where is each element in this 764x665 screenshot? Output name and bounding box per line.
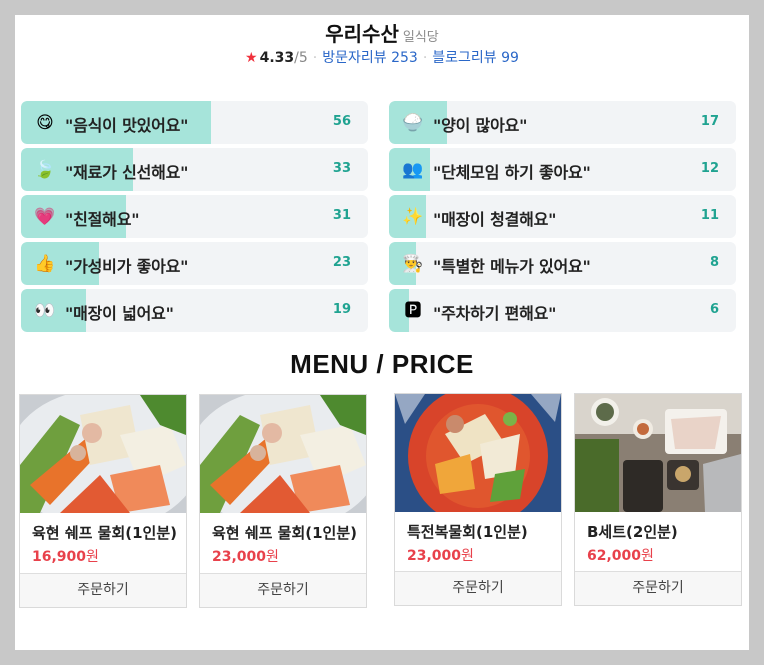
order-button[interactable]: 주문하기 xyxy=(575,571,741,605)
place-category: 일식당 xyxy=(402,30,439,45)
price-unit: 원 xyxy=(461,548,474,564)
menu-card[interactable]: B세트(2인분) 62,000원 주문하기 xyxy=(574,393,742,606)
review-keyword-label: "단체모임 하기 좋아요" xyxy=(433,163,591,182)
mulhoe-photo xyxy=(20,395,186,513)
star-icon: ★ xyxy=(245,50,258,66)
review-keyword-count: 17 xyxy=(700,114,719,129)
review-keyword-label: "매장이 청결해요" xyxy=(433,210,557,229)
order-button[interactable]: 주문하기 xyxy=(395,571,561,605)
menu-section-title: MENU / PRICE xyxy=(290,349,474,379)
rating-row: ★ 4.33/5 · 방문자리뷰 253 · 블로그리뷰 99 xyxy=(15,47,749,67)
review-keyword-tasty[interactable]: 😋 "음식이 맛있어요" 56 xyxy=(21,101,368,144)
review-keyword-count: 23 xyxy=(332,255,351,270)
review-keyword-count: 31 xyxy=(332,208,351,223)
sparkles-icon: ✨ xyxy=(402,207,424,227)
review-keyword-groups[interactable]: 👥 "단체모임 하기 좋아요" 12 xyxy=(389,148,736,191)
price-amount: 23,000 xyxy=(212,549,267,565)
yummy-face-icon: 😋 xyxy=(36,113,54,133)
menu-card[interactable]: 특전복물회(1인분) 23,000원 주문하기 xyxy=(394,393,562,606)
menu-price: 23,000원 xyxy=(407,545,474,565)
review-keyword-label: "양이 많아요" xyxy=(433,116,528,135)
blog-reviews-link[interactable]: 블로그리뷰 99 xyxy=(432,50,519,66)
review-keyword-count: 8 xyxy=(709,255,719,270)
group-icon: 👥 xyxy=(402,160,424,180)
price-amount: 16,900 xyxy=(32,549,87,565)
order-button[interactable]: 주문하기 xyxy=(20,573,186,607)
rating-score: 4.33 xyxy=(259,50,295,66)
separator-dot: · xyxy=(422,50,428,66)
review-keyword-special-menu[interactable]: 👨‍🍳 "특별한 메뉴가 있어요" 8 xyxy=(389,242,736,285)
menu-price: 23,000원 xyxy=(212,546,279,566)
review-keyword-label: "매장이 넓어요" xyxy=(65,304,174,323)
eyes-icon: 👀 xyxy=(34,301,56,321)
review-keyword-fresh[interactable]: 🍃 "재료가 신선해요" 33 xyxy=(21,148,368,191)
review-keyword-kind[interactable]: 💗 "친절해요" 31 xyxy=(21,195,368,238)
visitor-reviews-link[interactable]: 방문자리뷰 253 xyxy=(322,50,418,66)
review-keyword-label: "특별한 메뉴가 있어요" xyxy=(433,257,591,276)
review-keyword-portion[interactable]: 🍚 "양이 많아요" 17 xyxy=(389,101,736,144)
heart-icon: 💗 xyxy=(34,207,56,227)
menu-name: 특전복물회(1인분) xyxy=(407,523,528,541)
price-amount: 23,000 xyxy=(407,548,462,564)
price-unit: 원 xyxy=(641,548,654,564)
menu-price: 16,900원 xyxy=(32,546,99,566)
review-keyword-count: 12 xyxy=(700,161,719,176)
review-keyword-label: "재료가 신선해요" xyxy=(65,163,189,182)
set-table-photo xyxy=(575,394,741,512)
price-amount: 62,000 xyxy=(587,548,642,564)
review-keyword-count: 11 xyxy=(700,208,719,223)
place-name: 우리수산 xyxy=(325,22,399,46)
place-header: 우리수산 일식당 xyxy=(15,18,749,47)
thumbs-up-icon: 👍 xyxy=(34,254,56,274)
price-unit: 원 xyxy=(86,549,99,565)
rice-bowl-icon: 🍚 xyxy=(402,113,424,133)
review-keyword-count: 6 xyxy=(709,302,719,317)
place-page: 우리수산 일식당 ★ 4.33/5 · 방문자리뷰 253 · 블로그리뷰 99 😋 "음식… xyxy=(15,15,749,650)
review-keyword-spacious[interactable]: 👀 "매장이 넓어요" 19 xyxy=(21,289,368,332)
rating-max: /5 xyxy=(294,50,308,66)
review-keyword-label: "주차하기 편해요" xyxy=(433,304,557,323)
review-keyword-clean[interactable]: ✨ "매장이 청결해요" 11 xyxy=(389,195,736,238)
separator-dot: · xyxy=(312,50,318,66)
menu-price: 62,000원 xyxy=(587,545,654,565)
menu-card[interactable]: 육현 쉐프 물회(1인분) 16,900원 주문하기 xyxy=(19,394,187,608)
parking-icon: 🅿 xyxy=(404,301,422,321)
menu-name: B세트(2인분) xyxy=(587,523,678,541)
review-keyword-label: "음식이 맛있어요" xyxy=(65,116,189,135)
leaf-icon: 🍃 xyxy=(34,160,56,180)
review-keyword-label: "친절해요" xyxy=(65,210,140,229)
menu-name: 육현 쉐프 물회(1인분) xyxy=(212,524,357,542)
abalone-mulhoe-photo xyxy=(395,394,561,512)
menu-name: 육현 쉐프 물회(1인분) xyxy=(32,524,177,542)
review-keyword-label: "가성비가 좋아요" xyxy=(65,257,189,276)
menu-card[interactable]: 육현 쉐프 물회(1인분) 23,000원 주문하기 xyxy=(199,394,367,608)
chef-icon: 👨‍🍳 xyxy=(402,254,424,274)
review-keyword-count: 33 xyxy=(332,161,351,176)
price-unit: 원 xyxy=(266,549,279,565)
review-keyword-count: 19 xyxy=(332,302,351,317)
review-keyword-parking[interactable]: 🅿 "주차하기 편해요" 6 xyxy=(389,289,736,332)
order-button[interactable]: 주문하기 xyxy=(200,573,366,607)
review-keyword-value[interactable]: 👍 "가성비가 좋아요" 23 xyxy=(21,242,368,285)
mulhoe-photo xyxy=(200,395,366,513)
review-keyword-count: 56 xyxy=(332,114,351,129)
